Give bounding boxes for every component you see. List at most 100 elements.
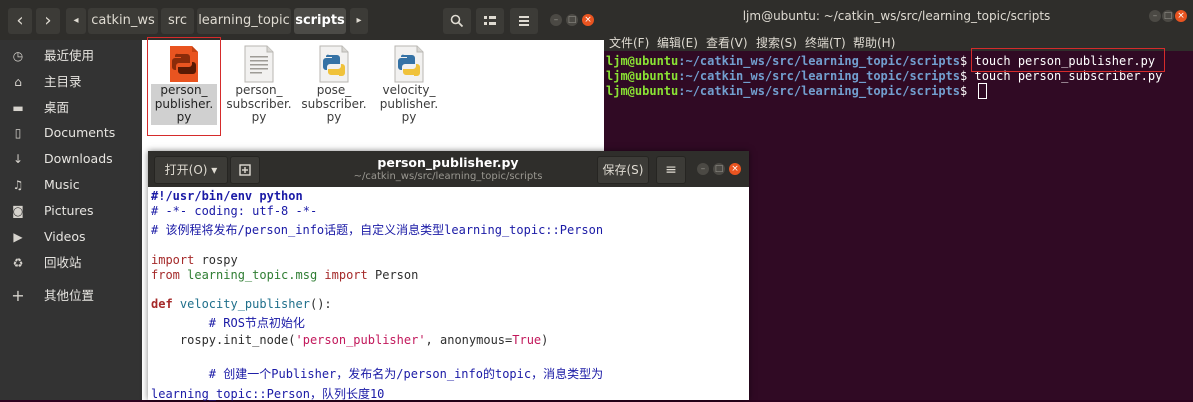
menu-button[interactable] — [510, 8, 538, 34]
file-name: velocity_ publisher. py — [379, 83, 439, 124]
prompt-user: ljm@ubuntu — [606, 84, 679, 98]
code-text: Person — [367, 268, 419, 282]
code-keyword: from — [151, 268, 180, 282]
sidebar-item-music[interactable]: ♫ Music — [0, 172, 142, 198]
file-manager-header: ‹ › ◂ catkin_ws src learning_topic scrip… — [0, 0, 604, 40]
code-line: import rospy — [151, 253, 238, 268]
file-velocity-publisher[interactable]: velocity_ publisher. py — [376, 40, 442, 130]
breadcrumb-catkin-ws[interactable]: catkin_ws — [88, 8, 158, 34]
search-icon — [450, 14, 464, 28]
code-line: def velocity_publisher(): — [151, 297, 332, 312]
minimize-icon[interactable]: – — [550, 14, 562, 26]
minimize-icon[interactable]: – — [1149, 10, 1161, 22]
maximize-icon[interactable]: □ — [566, 14, 578, 26]
hamburger-menu-button[interactable]: ≡ — [656, 156, 686, 184]
code-function-name: velocity_publisher — [172, 297, 310, 311]
search-button[interactable] — [443, 8, 471, 34]
back-button[interactable]: ‹ — [8, 8, 32, 34]
sidebar-item-other-locations[interactable]: + 其他位置 — [0, 283, 142, 309]
sidebar-item-label: Videos — [44, 229, 86, 244]
code-module: learning_topic.msg — [179, 268, 325, 282]
file-pose-subscriber[interactable]: pose_ subscriber. py — [301, 40, 367, 130]
file-name: pose_ subscriber. py — [301, 83, 367, 124]
code-line: rospy.init_node('person_publisher', anon… — [151, 333, 549, 348]
home-icon: ⌂ — [14, 75, 22, 89]
sidebar-item-label: Pictures — [44, 203, 94, 218]
path-right-arrow-icon[interactable]: ▸ — [350, 8, 368, 34]
code-line: # ROS节点初始化 — [151, 316, 305, 330]
sidebar-item-trash[interactable]: ♻ 回收站 — [0, 250, 142, 276]
sidebar-item-home[interactable]: ⌂ 主目录 — [0, 69, 142, 95]
document-icon: ▯ — [14, 126, 22, 140]
new-tab-icon — [239, 164, 251, 176]
open-button[interactable]: 打开(O) ▾ — [154, 156, 228, 184]
editor-title: person_publisher.py — [377, 155, 519, 170]
sidebar-item-videos[interactable]: ▶ Videos — [0, 224, 142, 250]
open-button-label: 打开(O) — [164, 163, 208, 177]
forward-button[interactable]: › — [36, 8, 60, 34]
python-file-icon — [319, 45, 349, 83]
code-keyword: def — [151, 297, 173, 311]
trash-icon: ♻ — [12, 256, 24, 270]
menu-help[interactable]: 帮助(H) — [853, 34, 895, 51]
sidebar-item-label: Music — [44, 177, 80, 192]
sidebar-item-pictures[interactable]: ◙ Pictures — [0, 198, 142, 224]
download-icon: ↓ — [12, 152, 24, 166]
sidebar-item-label: 其他位置 — [44, 288, 95, 303]
code-text: , anonymous= — [425, 333, 513, 347]
maximize-icon[interactable]: □ — [1162, 10, 1174, 22]
file-person-subscriber[interactable]: person_ subscriber. py — [226, 40, 292, 130]
path-left-arrow-icon[interactable]: ◂ — [66, 8, 86, 34]
sidebar-item-label: 最近使用 — [44, 48, 95, 63]
menu-search[interactable]: 搜索(S) — [756, 34, 797, 51]
close-icon[interactable]: × — [729, 163, 741, 175]
breadcrumb-scripts[interactable]: scripts — [294, 8, 346, 34]
plus-icon: + — [11, 286, 25, 305]
code-string: 'person_publisher' — [295, 333, 426, 347]
sidebar-item-label: 回收站 — [44, 255, 82, 270]
prompt-path: :~/catkin_ws/src/learning_topic/scripts — [678, 84, 961, 98]
camera-icon: ◙ — [12, 204, 24, 218]
maximize-icon[interactable]: □ — [713, 163, 725, 175]
new-document-button[interactable] — [230, 156, 260, 184]
prompt-path: :~/catkin_ws/src/learning_topic/scripts — [678, 54, 961, 68]
desktop-icon: ▬ — [12, 101, 24, 115]
code-line: # -*- coding: utf-8 -*- — [151, 204, 318, 218]
code-text: rospy.init_node( — [151, 333, 296, 347]
sidebar-item-documents[interactable]: ▯ Documents — [0, 120, 142, 146]
menu-file[interactable]: 文件(F) — [609, 34, 649, 51]
sidebar-item-downloads[interactable]: ↓ Downloads — [0, 146, 142, 172]
sidebar-item-label: 桌面 — [44, 100, 70, 115]
prompt-user: ljm@ubuntu — [606, 54, 679, 68]
code-keyword: import — [324, 268, 368, 282]
code-line: # 创建一个Publisher，发布名为/person_info的topic，消… — [151, 367, 604, 381]
text-file-icon — [244, 45, 274, 83]
menu-edit[interactable]: 编辑(E) — [657, 34, 698, 51]
terminal-title: ljm@ubuntu: ~/catkin_ws/src/learning_top… — [600, 0, 1193, 33]
code-line: # 该例程将发布/person_info话题，自定义消息类型learning_t… — [151, 223, 604, 237]
minimize-icon[interactable]: – — [697, 163, 709, 175]
save-button[interactable]: 保存(S) — [597, 156, 649, 184]
sidebar: ◷ 最近使用 ⌂ 主目录 ▬ 桌面 ▯ Documents ↓ Downloads ♫ Mu… — [0, 40, 142, 400]
menu-view[interactable]: 查看(V) — [706, 34, 748, 51]
view-toggle-button[interactable] — [476, 8, 504, 34]
menu-terminal[interactable]: 终端(T) — [805, 34, 846, 51]
file-name: person_ subscriber. py — [226, 83, 292, 124]
code-line: from learning_topic.msg import Person — [151, 268, 418, 283]
grid-view-icon — [484, 16, 496, 25]
video-icon: ▶ — [13, 230, 23, 244]
hamburger-icon — [519, 16, 529, 26]
terminal-cursor — [978, 83, 987, 99]
breadcrumb-src[interactable]: src — [161, 8, 194, 34]
sidebar-item-desktop[interactable]: ▬ 桌面 — [0, 95, 142, 121]
close-icon[interactable]: × — [582, 14, 594, 26]
clock-icon: ◷ — [12, 49, 24, 63]
chevron-down-icon: ▾ — [211, 163, 218, 177]
breadcrumb-learning-topic[interactable]: learning_topic — [197, 8, 291, 34]
music-icon: ♫ — [12, 178, 24, 192]
close-icon[interactable]: × — [1175, 10, 1187, 22]
text-editor-window[interactable]: 打开(O) ▾ person_publisher.py ~/catkin_ws/… — [148, 151, 749, 401]
sidebar-item-recent[interactable]: ◷ 最近使用 — [0, 43, 142, 69]
code-editor[interactable]: #!/usr/bin/env python # -*- coding: utf-… — [148, 187, 749, 401]
terminal-command — [967, 84, 974, 98]
